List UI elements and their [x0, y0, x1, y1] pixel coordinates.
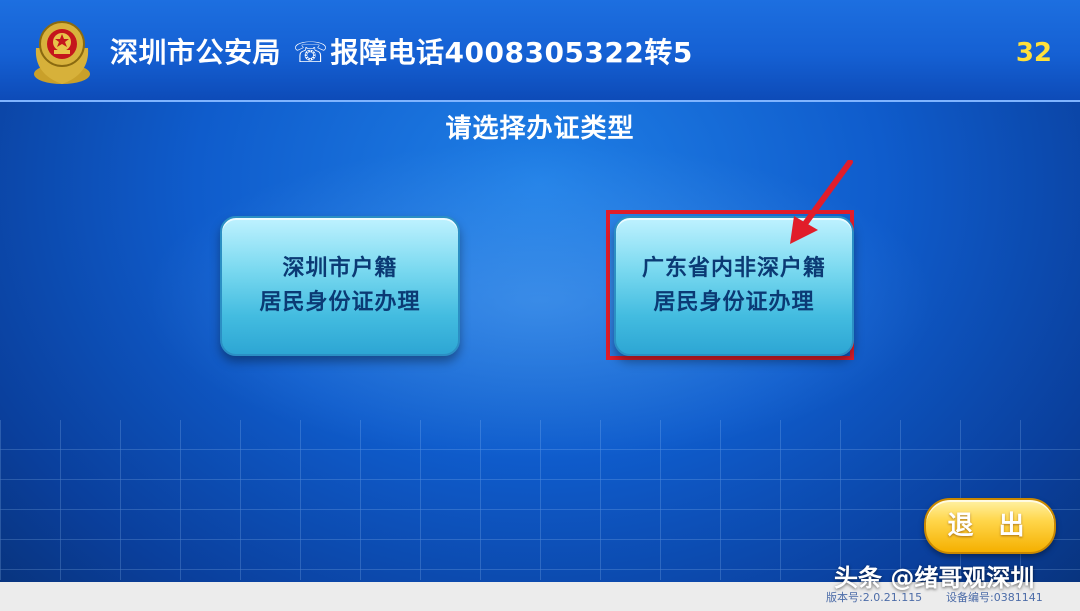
hotline-text: 报障电话4008305322转5 — [330, 36, 693, 69]
watermark-text: 头条 @绪哥观深圳 — [834, 564, 1035, 592]
option-line1: 广东省内非深户籍 — [641, 256, 826, 281]
countdown-timer: 32 — [1015, 38, 1052, 68]
page-title: 请选择办证类型 — [445, 114, 635, 144]
option-line2: 居民身份证办理 — [653, 290, 815, 315]
red-arrow-icon — [790, 160, 853, 244]
background-grid — [0, 420, 1080, 580]
option-shenzhen-hukou-button[interactable]: 深圳市户籍 居民身份证办理 — [220, 216, 460, 356]
police-emblem-icon — [34, 21, 90, 84]
kiosk-screen: 深圳市公安局 ☏报障电话4008305322转5 32 请选择办证类型 深圳市户籍… — [0, 0, 1080, 611]
phone-icon: ☏ — [293, 36, 329, 69]
device-id-label: 设备编号:0381141 — [946, 591, 1043, 604]
exit-button[interactable]: 退 出 — [924, 498, 1056, 554]
header-title: 深圳市公安局 ☏报障电话4008305322转5 — [110, 31, 693, 71]
version-label: 版本号:2.0.21.115 — [826, 591, 923, 604]
option-line2: 居民身份证办理 — [259, 290, 421, 315]
header-bar: 深圳市公安局 ☏报障电话4008305322转5 32 — [0, 0, 1080, 102]
agency-name: 深圳市公安局 — [110, 36, 282, 69]
option-line1: 深圳市户籍 — [282, 256, 398, 281]
